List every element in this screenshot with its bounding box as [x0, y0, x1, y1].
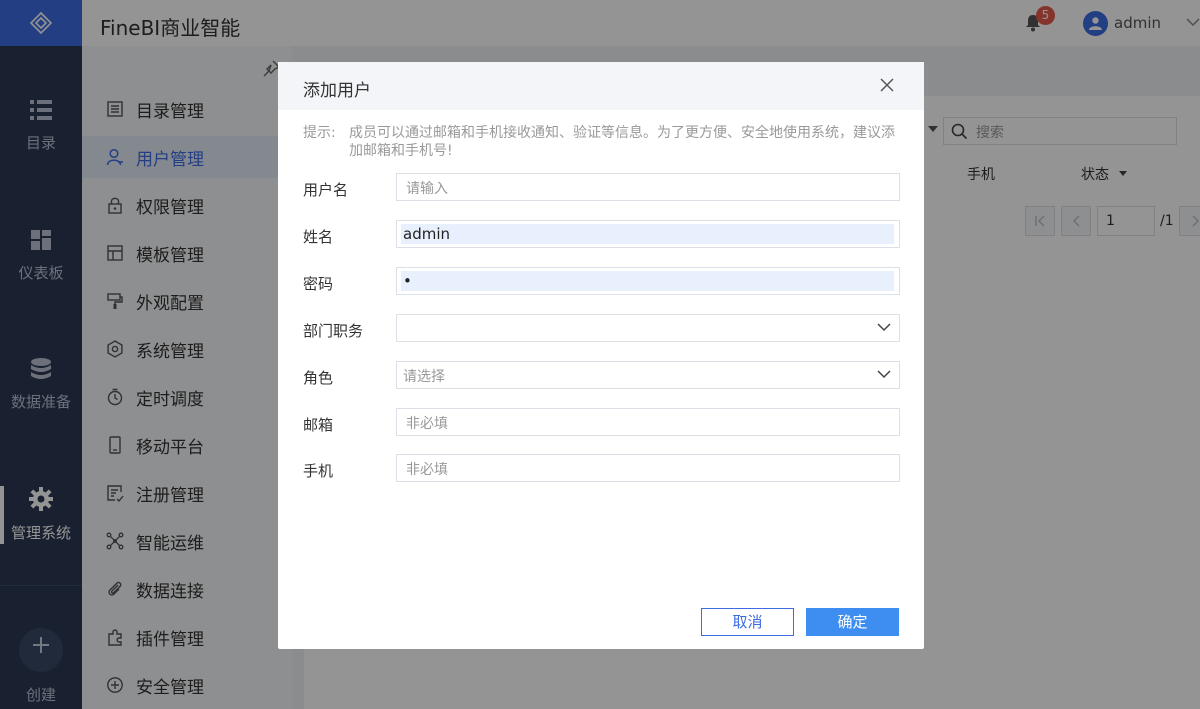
- phone-label: 手机: [303, 462, 334, 480]
- role-placeholder: 请选择: [403, 369, 445, 385]
- cancel-button[interactable]: 取消: [701, 608, 794, 636]
- username-input[interactable]: 请输入: [396, 173, 900, 201]
- phone-input[interactable]: 非必填: [396, 454, 900, 482]
- realname-label: 姓名: [303, 228, 334, 246]
- username-placeholder: 请输入: [406, 181, 448, 197]
- department-select[interactable]: [396, 314, 900, 342]
- add-user-dialog: 添加用户 提示: 成员可以通过邮箱和手机接收通知、验证等信息。为了更方便、安全地…: [278, 62, 924, 649]
- password-input[interactable]: •: [396, 267, 900, 295]
- role-label: 角色: [303, 369, 334, 387]
- password-value: •: [401, 271, 894, 291]
- email-input[interactable]: 非必填: [396, 408, 900, 436]
- email-placeholder: 非必填: [406, 416, 448, 432]
- phone-placeholder: 非必填: [406, 462, 448, 478]
- department-label: 部门职务: [303, 322, 364, 340]
- email-label: 邮箱: [303, 416, 334, 434]
- confirm-button[interactable]: 确定: [806, 608, 899, 636]
- realname-input[interactable]: admin: [396, 220, 900, 248]
- tip-label: 提示:: [303, 125, 336, 141]
- chevron-down-icon: [877, 370, 891, 379]
- tip-text: 成员可以通过邮箱和手机接收通知、验证等信息。为了更方便、安全地使用系统，建议添加…: [349, 125, 895, 159]
- close-icon[interactable]: [880, 78, 894, 92]
- realname-value: admin: [401, 224, 894, 244]
- dialog-header: 添加用户: [278, 62, 924, 110]
- username-label: 用户名: [303, 181, 349, 199]
- role-select[interactable]: 请选择: [396, 361, 900, 389]
- dialog-title: 添加用户: [303, 81, 371, 101]
- password-label: 密码: [303, 275, 334, 293]
- chevron-down-icon: [877, 323, 891, 332]
